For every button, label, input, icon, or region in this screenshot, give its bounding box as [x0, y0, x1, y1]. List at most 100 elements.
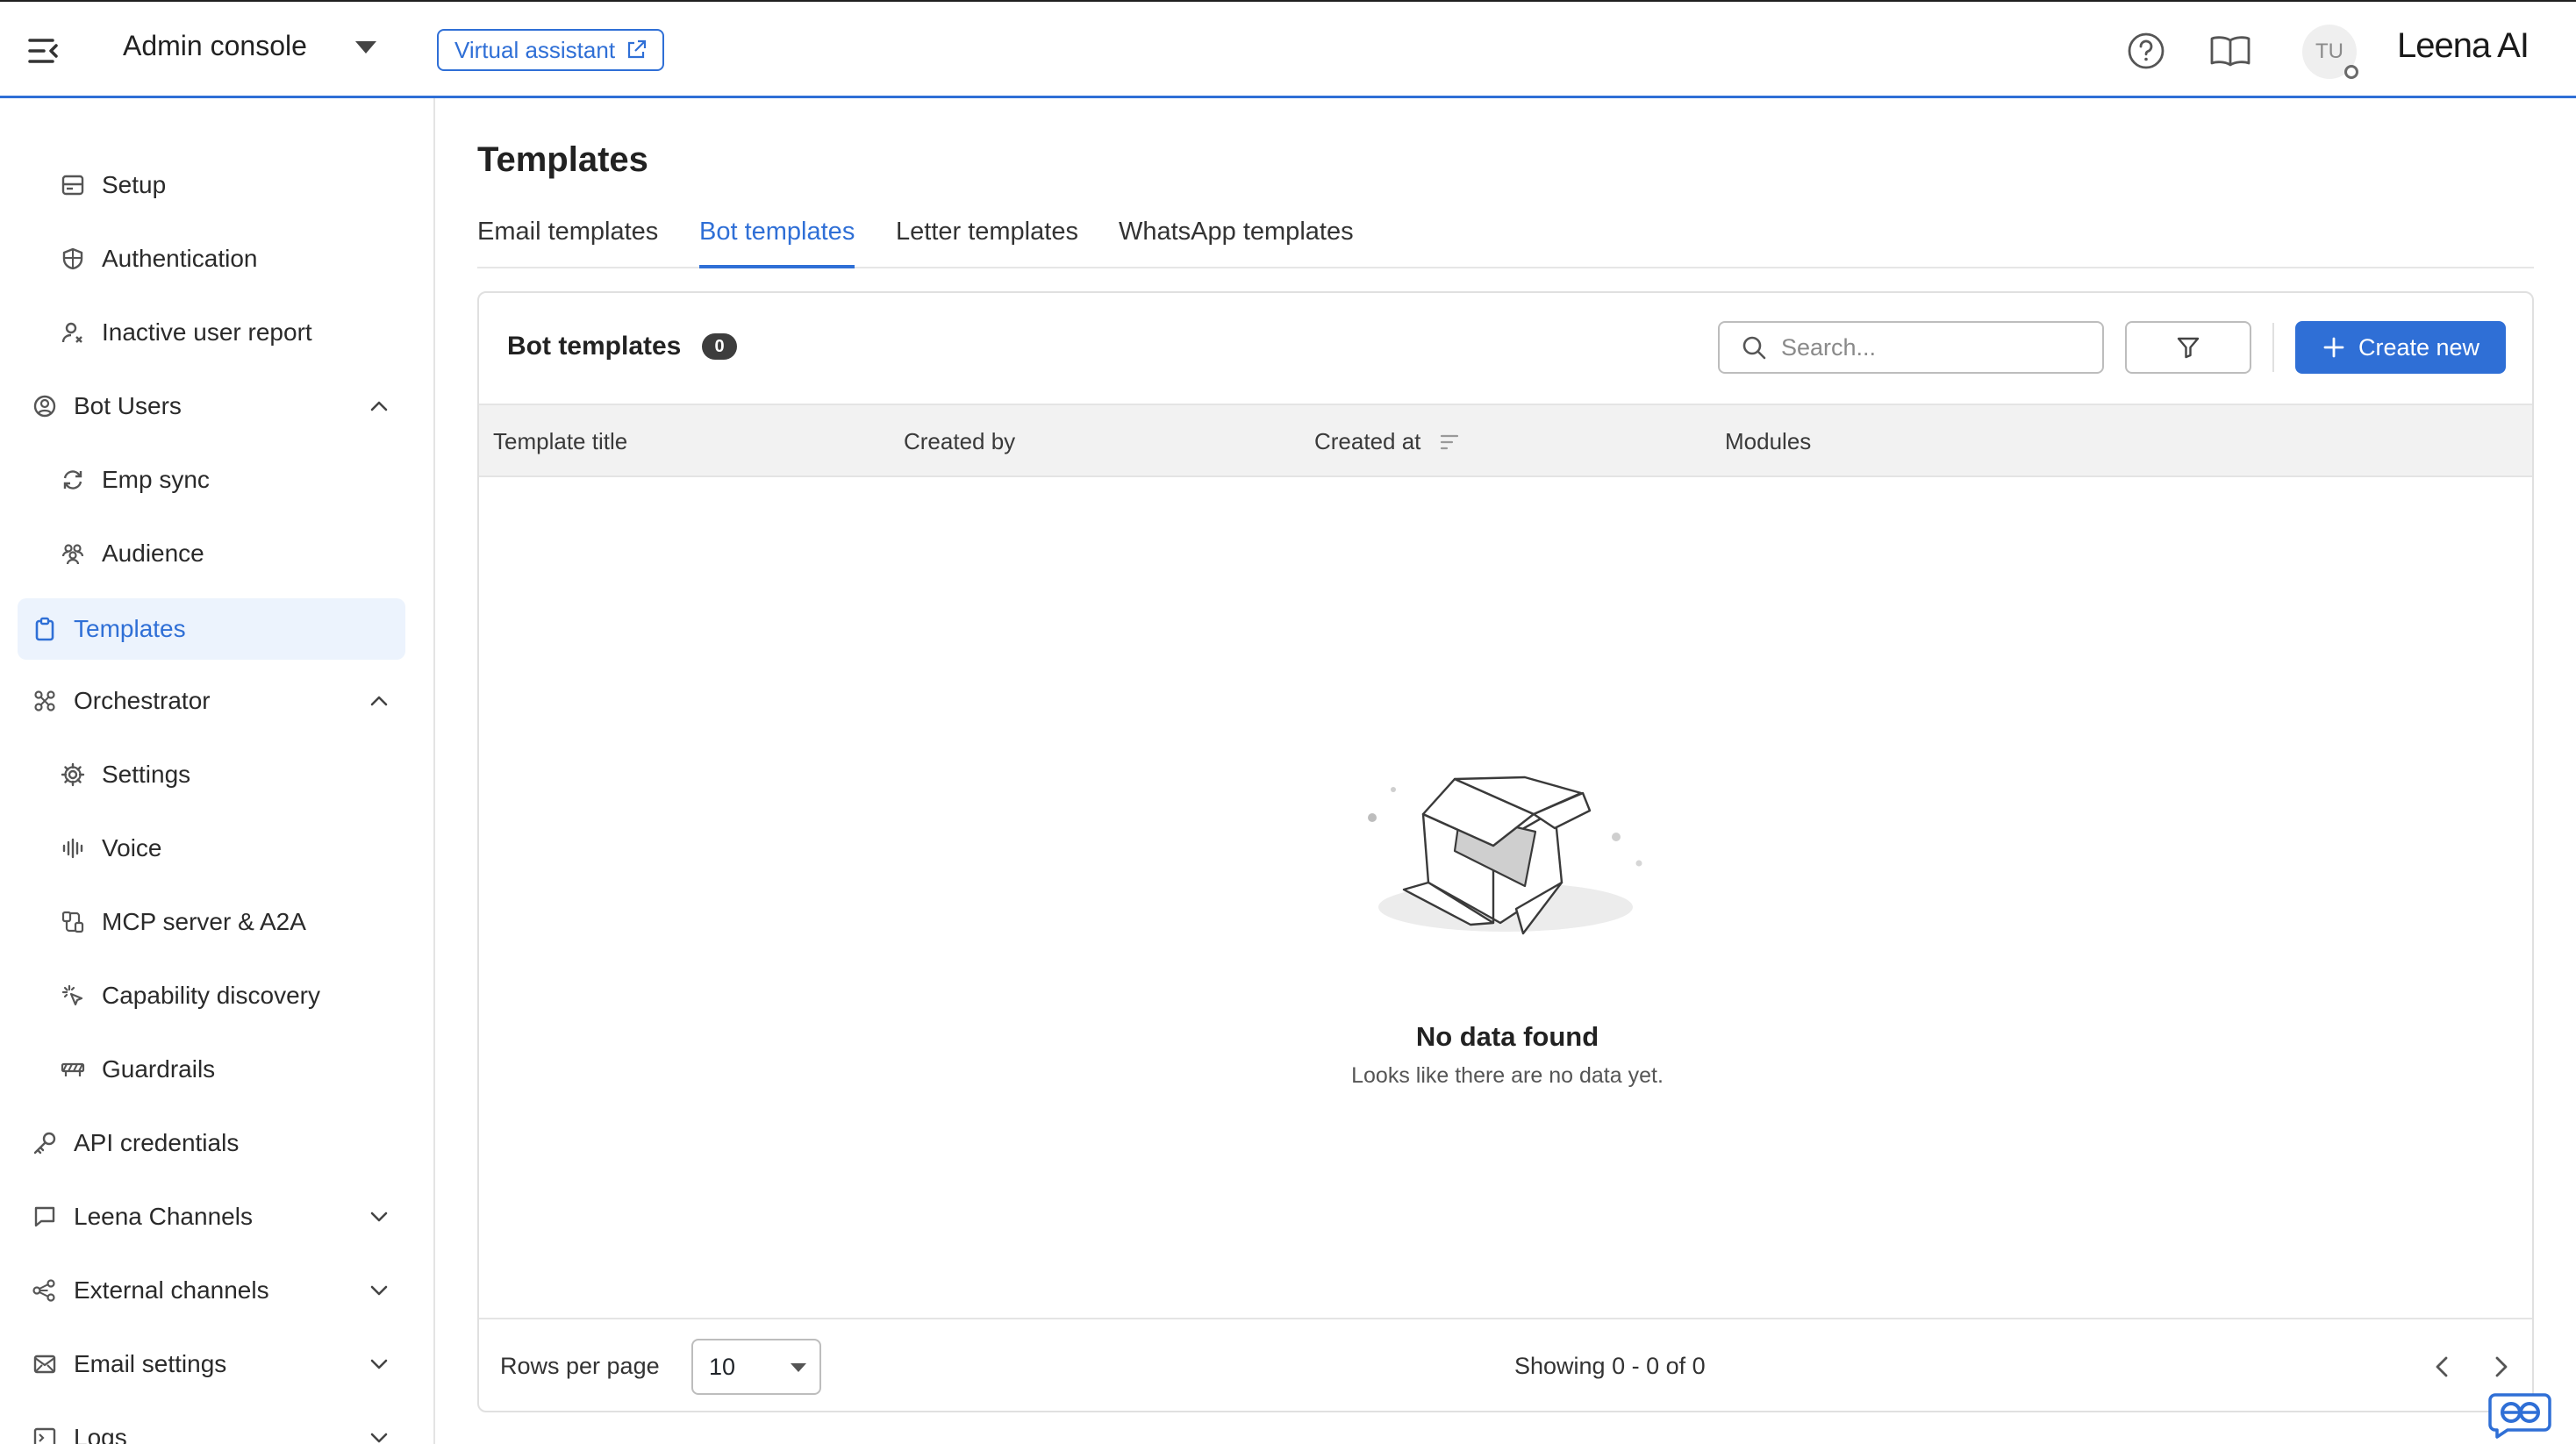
chevron-down-icon[interactable]	[354, 40, 377, 54]
chevron-down-icon[interactable]	[369, 1427, 390, 1444]
virtual-assistant-button[interactable]: Virtual assistant	[437, 29, 665, 71]
empty-box-illustration	[1368, 776, 1642, 935]
sidebar-item-label: Templates	[74, 615, 186, 642]
chevron-down-icon	[791, 1363, 806, 1372]
user-circle-icon	[32, 393, 58, 419]
mcp-icon	[60, 909, 86, 935]
rows-per-page-value: 10	[709, 1353, 736, 1380]
sidebar-item-guardrails[interactable]: Guardrails	[60, 1039, 215, 1100]
column-header-created-at[interactable]: Created at	[1314, 428, 1420, 455]
shield-icon	[60, 246, 86, 272]
sidebar-item-logs[interactable]: Logs	[32, 1407, 400, 1444]
avatar-initials: TU	[2315, 39, 2343, 63]
menu-collapse-icon[interactable]	[26, 33, 61, 68]
sidebar-item-authentication[interactable]: Authentication	[60, 228, 257, 290]
sparkle-cursor-icon	[60, 983, 86, 1009]
templates-card: Bot templates 0 Create new Template titl…	[477, 291, 2534, 1412]
sync-icon	[60, 467, 86, 493]
rows-per-page-select[interactable]: 10	[691, 1339, 821, 1395]
sidebar-item-label: API credentials	[74, 1129, 240, 1156]
sidebar-item-label: Logs	[74, 1424, 127, 1444]
sidebar-item-external-channels[interactable]: External channels	[32, 1260, 400, 1321]
sidebar-item-templates[interactable]: Templates	[18, 598, 405, 660]
filter-icon	[2177, 337, 2200, 359]
sidebar-item-label: Capability discovery	[102, 982, 320, 1009]
chevron-down-icon[interactable]	[369, 1206, 390, 1227]
barrier-icon	[60, 1056, 86, 1083]
setup-icon	[60, 172, 86, 198]
search-field[interactable]	[1718, 321, 2104, 374]
sidebar-item-label: Emp sync	[102, 466, 210, 493]
brand-logo: Leena AI	[2397, 26, 2529, 65]
sidebar-item-api-credentials[interactable]: API credentials	[32, 1112, 239, 1174]
sidebar: Setup Authentication Inactive user repor…	[0, 98, 435, 1444]
tab-whatsapp-templates[interactable]: WhatsApp templates	[1119, 218, 1354, 268]
chat-icon	[32, 1204, 58, 1230]
column-header-modules[interactable]: Modules	[1725, 428, 1811, 455]
sidebar-item-audience[interactable]: Audience	[60, 523, 204, 584]
chat-assistant-icon[interactable]	[2488, 1390, 2551, 1439]
help-icon[interactable]	[2127, 32, 2165, 70]
search-icon	[1742, 336, 1766, 360]
sidebar-item-label: Audience	[102, 540, 204, 567]
chevron-up-icon[interactable]	[369, 396, 390, 417]
chevron-down-icon[interactable]	[369, 1354, 390, 1375]
sidebar-item-label: Orchestrator	[74, 687, 211, 714]
sidebar-item-emp-sync[interactable]: Emp sync	[60, 449, 210, 511]
mail-icon	[32, 1351, 58, 1377]
column-header-template-title[interactable]: Template title	[493, 428, 627, 455]
sidebar-item-label: MCP server & A2A	[102, 908, 306, 935]
group-icon	[60, 540, 86, 567]
sidebar-item-label: Leena Channels	[74, 1203, 253, 1230]
sidebar-item-voice[interactable]: Voice	[60, 818, 162, 879]
waveform-icon	[60, 835, 86, 861]
sidebar-item-label: Settings	[102, 761, 191, 788]
empty-state-subtitle: Looks like there are no data yet.	[1351, 1063, 1664, 1088]
status-indicator	[2344, 65, 2358, 79]
sidebar-item-label: Guardrails	[102, 1055, 216, 1083]
sidebar-item-inactive-user-report[interactable]: Inactive user report	[60, 302, 312, 363]
sidebar-item-mcp-server[interactable]: MCP server & A2A	[60, 891, 306, 953]
sidebar-item-label: Bot Users	[74, 392, 182, 419]
empty-state-title: No data found	[1415, 1021, 1599, 1052]
sidebar-item-bot-users[interactable]: Bot Users	[32, 375, 400, 437]
terminal-icon	[32, 1425, 58, 1444]
chevron-left-icon[interactable]	[2427, 1351, 2458, 1383]
tab-email-templates[interactable]: Email templates	[477, 218, 658, 268]
column-header-created-by[interactable]: Created by	[904, 428, 1015, 455]
external-link-icon	[627, 39, 647, 59]
book-icon[interactable]	[2209, 33, 2251, 68]
share-nodes-icon	[32, 1277, 58, 1304]
chevron-up-icon[interactable]	[369, 690, 390, 711]
sidebar-item-setup[interactable]: Setup	[60, 154, 166, 216]
table-header: Template title Created by Created at Mod…	[479, 404, 2532, 477]
search-input[interactable]	[1781, 333, 2071, 361]
gear-icon	[60, 761, 86, 788]
create-new-button[interactable]: Create new	[2295, 321, 2506, 374]
orchestrator-icon	[32, 688, 58, 714]
sidebar-item-label: Authentication	[102, 245, 258, 272]
user-x-icon	[60, 319, 86, 346]
app-title[interactable]: Admin console	[123, 30, 307, 62]
top-bar: Admin console Virtual assistant TU Leena…	[0, 0, 2576, 98]
rows-per-page-label: Rows per page	[500, 1353, 660, 1379]
sort-icon[interactable]	[1439, 432, 1460, 453]
clipboard-icon	[32, 616, 58, 642]
sidebar-item-email-settings[interactable]: Email settings	[32, 1333, 400, 1395]
sidebar-item-capability-discovery[interactable]: Capability discovery	[60, 965, 320, 1026]
divider	[2272, 323, 2274, 372]
sidebar-item-label: External channels	[74, 1276, 269, 1304]
filter-button[interactable]	[2125, 321, 2251, 374]
table-footer: Rows per page 10 Showing 0 - 0 of 0	[479, 1318, 2532, 1411]
chevron-right-icon[interactable]	[2485, 1351, 2516, 1383]
tab-letter-templates[interactable]: Letter templates	[896, 218, 1078, 268]
virtual-assistant-label: Virtual assistant	[454, 36, 616, 63]
sidebar-item-label: Inactive user report	[102, 318, 312, 346]
card-title: Bot templates	[507, 332, 682, 361]
tab-bot-templates[interactable]: Bot templates	[699, 218, 855, 268]
chevron-down-icon[interactable]	[369, 1280, 390, 1301]
sidebar-item-label: Setup	[102, 171, 167, 198]
sidebar-item-leena-channels[interactable]: Leena Channels	[32, 1186, 400, 1247]
sidebar-item-settings[interactable]: Settings	[60, 744, 190, 805]
sidebar-item-orchestrator[interactable]: Orchestrator	[32, 670, 400, 732]
